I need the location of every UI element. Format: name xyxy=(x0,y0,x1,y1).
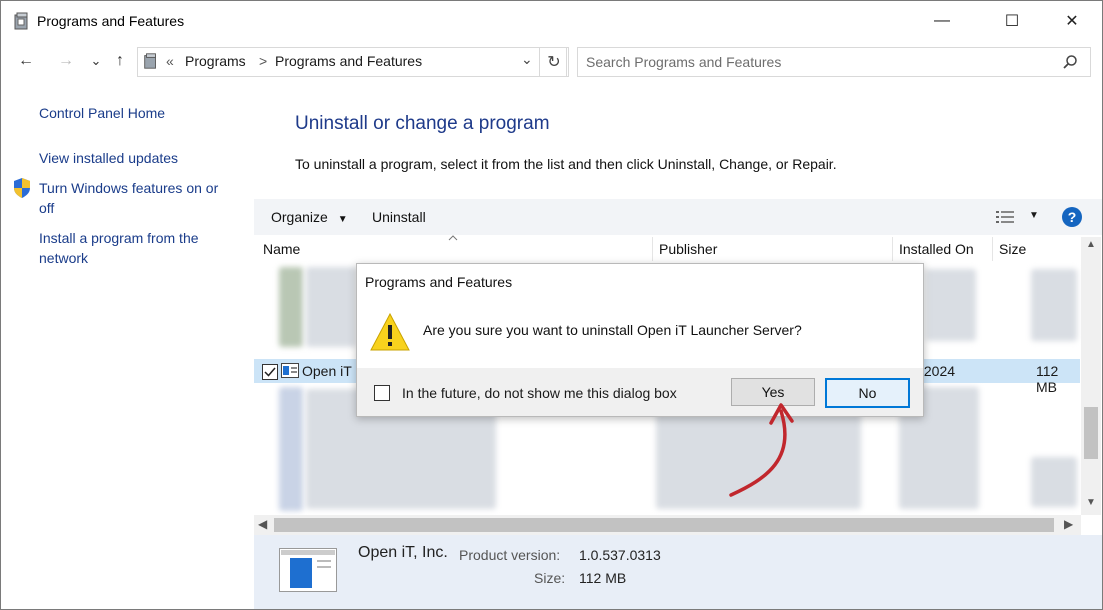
programs-icon xyxy=(14,12,28,30)
view-options-dropdown-icon[interactable]: ▼ xyxy=(1029,210,1039,221)
dialog-message: Are you sure you want to uninstall Open … xyxy=(423,322,802,338)
organize-button[interactable]: Organize ▼ xyxy=(271,209,348,225)
minimize-button[interactable]: — xyxy=(919,1,965,41)
install-program-from-network-link[interactable]: Install a program from the network xyxy=(39,228,199,268)
view-installed-updates-link[interactable]: View installed updates xyxy=(39,148,178,168)
search-icon[interactable] xyxy=(1062,54,1078,70)
list-item[interactable] xyxy=(1031,269,1077,341)
uninstall-button[interactable]: Uninstall xyxy=(372,209,426,225)
details-product-version-label: Product version: xyxy=(459,547,561,563)
column-divider[interactable] xyxy=(652,237,653,261)
sort-ascending-icon xyxy=(448,235,458,241)
row-checkbox[interactable] xyxy=(262,364,278,380)
organize-dropdown-icon: ▼ xyxy=(337,214,348,225)
scroll-left-icon[interactable]: ◀ xyxy=(258,517,267,531)
breadcrumb-overflow[interactable]: « xyxy=(166,53,174,69)
dont-show-again-label[interactable]: In the future, do not show me this dialo… xyxy=(402,385,677,401)
forward-button[interactable]: → xyxy=(55,50,77,72)
annotation-arrow-icon xyxy=(729,403,794,497)
horizontal-scroll-thumb[interactable] xyxy=(274,518,1054,532)
programs-and-features-window: Programs and Features — ☐ ✕ ← → ⌄ ↑ « Pr… xyxy=(0,0,1103,610)
close-button[interactable]: ✕ xyxy=(1049,1,1095,41)
shield-icon xyxy=(14,178,30,198)
details-product-version: 1.0.537.0313 xyxy=(579,547,661,563)
no-button[interactable]: No xyxy=(825,378,910,408)
view-details-icon[interactable] xyxy=(996,210,1016,224)
turn-windows-features-line1: Turn Windows features on or xyxy=(39,180,219,196)
command-toolbar: Organize ▼ Uninstall ▼ ? xyxy=(254,199,1102,235)
list-item[interactable] xyxy=(306,267,356,347)
vertical-scrollbar[interactable]: ▲ ▼ xyxy=(1081,237,1101,515)
breadcrumb-programs[interactable]: Programs xyxy=(185,53,246,69)
recent-locations-button[interactable]: ⌄ xyxy=(85,50,107,72)
help-icon[interactable]: ? xyxy=(1062,207,1082,227)
vertical-scroll-thumb[interactable] xyxy=(1084,407,1098,459)
breadcrumb-programs-and-features[interactable]: Programs and Features xyxy=(275,53,422,69)
details-publisher: Open iT, Inc. xyxy=(358,544,448,561)
refresh-button[interactable]: ↻ xyxy=(539,47,569,77)
details-pane: Open iT, Inc. Product version: 1.0.537.0… xyxy=(254,535,1102,609)
program-large-icon xyxy=(279,548,337,592)
back-button[interactable]: ← xyxy=(15,50,37,72)
dont-show-again-checkbox[interactable] xyxy=(374,385,390,401)
selected-program-size: 112 MB xyxy=(1036,363,1059,395)
scroll-down-icon[interactable]: ▼ xyxy=(1086,497,1096,508)
horizontal-scrollbar[interactable]: ◀ ▶ xyxy=(254,515,1081,535)
up-button[interactable]: ↑ xyxy=(109,50,131,72)
details-size-label: Size: xyxy=(534,570,566,586)
list-item[interactable] xyxy=(926,269,976,341)
scroll-up-icon[interactable]: ▲ xyxy=(1086,239,1096,250)
control-panel-home-link[interactable]: Control Panel Home xyxy=(39,103,165,123)
selected-program-name: Open iT xyxy=(302,363,352,379)
column-header-size[interactable]: Size xyxy=(999,241,1026,257)
selected-program-installed-on: /2024 xyxy=(920,363,956,379)
address-dropdown-icon[interactable]: ⌄ xyxy=(521,51,533,68)
column-header-installed-on[interactable]: Installed On xyxy=(899,241,974,257)
breadcrumb-chevron-icon[interactable]: > xyxy=(259,53,267,69)
window-title: Programs and Features xyxy=(37,13,185,29)
checkmark-icon xyxy=(264,367,276,377)
uninstall-confirm-dialog: Programs and Features Are you sure you w… xyxy=(356,263,924,417)
search-input[interactable]: Search Programs and Features xyxy=(577,47,1091,77)
warning-icon xyxy=(370,312,410,351)
instructions-text: To uninstall a program, select it from t… xyxy=(295,156,837,172)
dialog-title: Programs and Features xyxy=(365,274,513,290)
details-size: 112 MB xyxy=(579,570,627,586)
turn-windows-features-link[interactable]: Turn Windows features on or off xyxy=(39,178,218,218)
list-item[interactable] xyxy=(279,267,303,347)
maximize-button[interactable]: ☐ xyxy=(989,1,1035,41)
turn-windows-features-line2: off xyxy=(39,200,55,216)
column-divider[interactable] xyxy=(992,237,993,261)
page-title: Uninstall or change a program xyxy=(295,113,550,134)
title-bar: Programs and Features — ☐ ✕ xyxy=(1,1,1102,41)
scroll-right-icon[interactable]: ▶ xyxy=(1064,517,1073,531)
dialog-footer: In the future, do not show me this dialo… xyxy=(357,368,923,416)
list-item[interactable] xyxy=(1031,457,1077,507)
column-header-name[interactable]: Name xyxy=(263,241,300,257)
install-program-line1: Install a program from the xyxy=(39,230,199,246)
install-program-line2: network xyxy=(39,250,89,266)
column-header-publisher[interactable]: Publisher xyxy=(659,241,717,257)
program-icon xyxy=(281,363,299,378)
address-bar[interactable]: « Programs > Programs and Features ⌄ xyxy=(137,47,567,77)
programs-icon xyxy=(144,53,156,69)
search-placeholder: Search Programs and Features xyxy=(586,54,782,70)
column-divider[interactable] xyxy=(892,237,893,261)
organize-label: Organize xyxy=(271,209,328,225)
list-item[interactable] xyxy=(279,387,303,511)
